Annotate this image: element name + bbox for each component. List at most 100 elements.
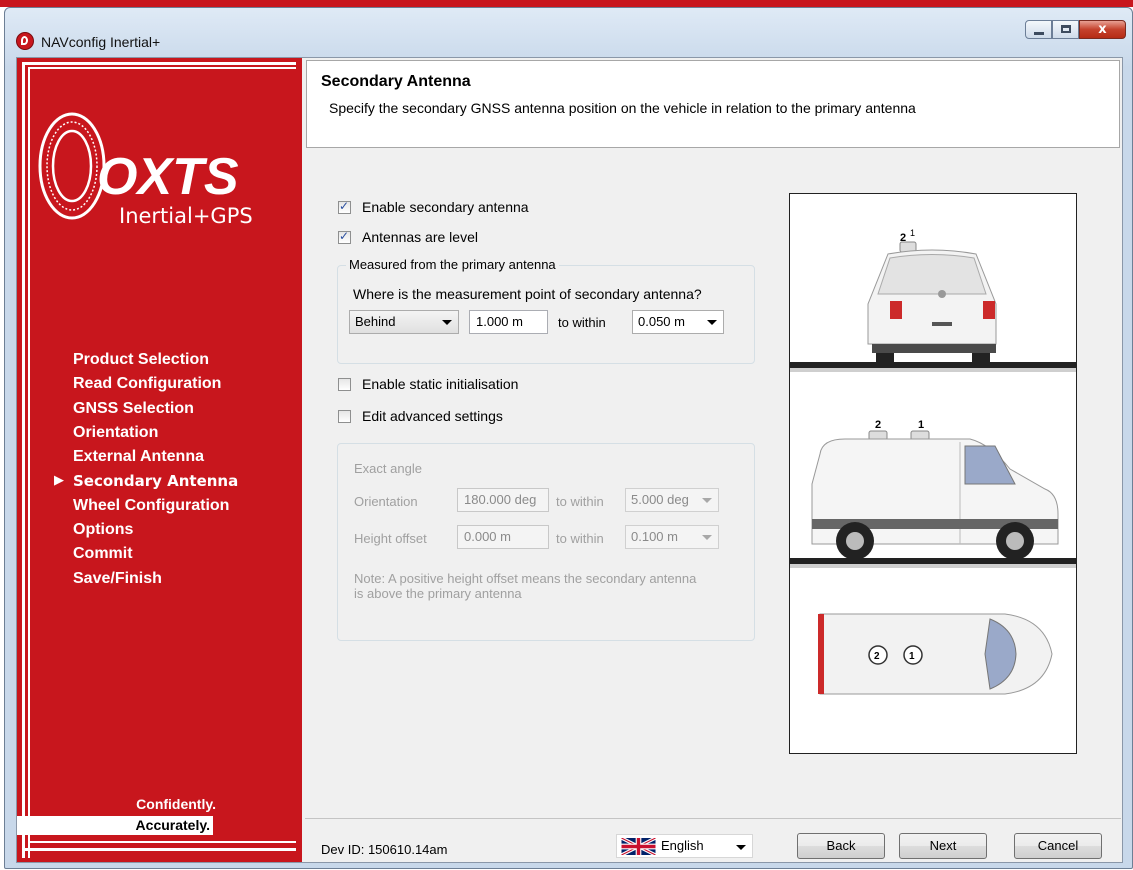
window-title: NAVconfig Inertial+ [41,34,161,50]
minimize-button[interactable] [1025,20,1052,39]
sidebar-item-options[interactable]: Options [73,518,238,542]
accuracy-value: 0.050 m [638,314,685,329]
wizard-steps: Product Selection Read Configuration GNS… [54,348,239,591]
sidebar-item-product-selection[interactable]: Product Selection [73,348,238,372]
height-offset-input[interactable]: 0.000 m [457,525,549,549]
measured-from-primary-group: Measured from the primary antenna Where … [337,257,755,364]
checkbox-label: Edit advanced settings [362,408,503,424]
page-title: Secondary Antenna [321,73,471,90]
page-header: Secondary Antenna Specify the secondary … [306,60,1120,148]
orientation-label: Orientation [354,494,418,509]
van-rear-view: 2 1 [867,228,997,365]
uk-flag-icon [620,838,657,855]
sidebar-item-label: External Antenna [73,448,204,466]
checkbox-box[interactable] [338,377,351,391]
sidebar-item-external-antenna[interactable]: External Antenna [73,445,238,469]
checkbox-box[interactable] [338,409,351,423]
slogan-confidently: Confidently. [136,796,216,812]
van-illustrations: 2 1 2 1 2 1 [790,228,1076,695]
oxts-logo: OXTS Inertial+GPS [38,112,253,228]
van-top-view: 2 1 [818,613,1053,695]
cancel-button[interactable]: Cancel [1014,833,1102,859]
back-button[interactable]: Back [797,833,885,859]
checkbox-label: Antennas are level [362,229,478,245]
close-button[interactable]: x [1079,20,1126,39]
window-controls: x [1025,20,1126,39]
next-button[interactable]: Next [899,833,987,859]
sidebar-item-wheel-configuration[interactable]: Wheel Configuration [73,494,238,518]
advanced-settings-checkbox[interactable]: Edit advanced settings [338,408,503,424]
sidebar-item-secondary-antenna[interactable]: ▶ Secondary Antenna [54,469,239,493]
checkbox-box[interactable] [338,199,351,214]
language-dropdown[interactable]: English [616,834,753,858]
dev-id-label: Dev ID: 150610.14am [321,842,448,857]
height-accuracy-dropdown[interactable]: 0.100 m [625,525,719,549]
app-icon [16,32,34,50]
sidebar: OXTS Inertial+GPS Product Selection Read… [17,58,302,862]
orientation-accuracy-dropdown[interactable]: 5.000 deg [625,488,719,512]
active-step-arrow-icon: ▶ [54,473,64,489]
advanced-settings-group: Exact angle Orientation 180.000 deg to w… [337,443,755,641]
height-offset-label: Height offset [354,531,427,546]
minimize-icon [1034,32,1044,35]
maximize-button[interactable] [1052,20,1079,39]
logo-tagline: Inertial+GPS [119,204,253,228]
checkbox-box[interactable] [338,229,351,244]
measurement-question: Where is the measurement point of second… [353,286,702,302]
enable-secondary-antenna-checkbox[interactable]: Enable secondary antenna [338,199,529,215]
maximize-icon [1061,25,1071,33]
sidebar-item-label: Wheel Configuration [73,496,230,514]
close-icon: x [1098,22,1107,37]
sidebar-border-inner-top [28,67,296,69]
height-accuracy-value: 0.100 m [631,529,678,544]
checkbox-label: Enable secondary antenna [362,199,529,215]
wizard-client-area: OXTS Inertial+GPS Product Selection Read… [16,57,1123,863]
sidebar-item-label: Product Selection [73,351,210,368]
top-antenna-1-label: 1 [909,651,915,662]
orientation-input[interactable]: 180.000 deg [457,488,549,512]
group-legend: Measured from the primary antenna [346,257,559,272]
vehicle-diagram: 2 1 2 1 2 1 [789,193,1077,754]
rear-antenna-1-label: 1 [910,228,915,238]
sidebar-item-label: Save/Finish [73,569,162,587]
sidebar-item-label: Options [73,521,134,539]
checkbox-label: Enable static initialisation [362,376,519,392]
top-antenna-2-label: 2 [874,651,880,662]
page-description: Specify the secondary GNSS antenna posit… [329,100,916,116]
sidebar-border-bottom-inner [28,841,296,843]
language-value: English [661,838,704,853]
title-bar[interactable]: NAVconfig Inertial+ x [5,8,1132,54]
sidebar-item-label: Read Configuration [73,375,222,393]
sidebar-item-save-finish[interactable]: Save/Finish [73,567,238,591]
chevron-down-icon [702,498,712,503]
sidebar-item-orientation[interactable]: Orientation [73,421,238,445]
chevron-down-icon [442,320,452,325]
height-to-within-label: to within [556,531,604,546]
sidebar-item-label: Commit [73,545,133,563]
logo-brand: OXTS [97,148,239,206]
accuracy-dropdown[interactable]: 0.050 m [632,310,724,334]
sidebar-item-read-configuration[interactable]: Read Configuration [73,372,238,396]
sidebar-item-label: GNSS Selection [73,399,194,417]
rear-antenna-2-label: 2 [900,232,906,244]
chevron-down-icon [707,320,717,325]
wizard-footer: Dev ID: 150610.14am English Back Next Ca… [305,818,1121,863]
sidebar-item-label: Orientation [73,423,159,441]
distance-input[interactable]: 1.000 m [469,310,548,334]
sidebar-item-commit[interactable]: Commit [73,542,238,566]
antennas-level-checkbox[interactable]: Antennas are level [338,229,478,245]
direction-dropdown[interactable]: Behind [349,310,459,334]
sidebar-item-gnss-selection[interactable]: GNSS Selection [73,397,238,421]
slogan-accurately: Accurately. [17,816,213,835]
sidebar-border-top [22,62,296,65]
to-within-label: to within [558,315,606,330]
chevron-down-icon [736,845,746,850]
height-offset-note: Note: A positive height offset means the… [354,571,697,601]
sidebar-item-label: Secondary Antenna [73,472,239,491]
sidebar-border-bottom [22,848,296,851]
chevron-down-icon [702,535,712,540]
sidebar-border-left [22,62,25,858]
static-initialisation-checkbox[interactable]: Enable static initialisation [338,376,518,392]
side-antenna-2-label: 2 [875,419,881,431]
app-window: NAVconfig Inertial+ x OXTS Inertial+GPS [4,7,1133,869]
